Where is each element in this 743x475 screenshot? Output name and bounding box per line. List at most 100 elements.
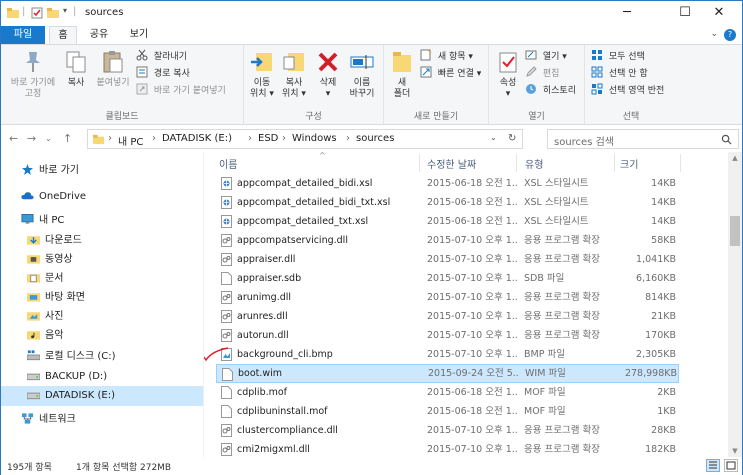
nav-item-local-disk-c[interactable]: 로컬 디스크 (C:) <box>1 347 203 367</box>
file-name: cdplibuninstall.mof <box>237 406 328 417</box>
tab-file[interactable]: 파일 <box>1 26 45 44</box>
nav-item-this-pc[interactable]: 내 PC <box>1 211 203 231</box>
file-type: 응용 프로그램 확장 <box>524 444 600 455</box>
column-header-date[interactable]: 수정한 날짜 <box>427 156 476 171</box>
paste-shortcut-button[interactable]: 바로 가기 붙여넣기 <box>136 83 226 97</box>
select-none-icon <box>591 66 603 78</box>
breadcrumb-esd[interactable]: ESD <box>258 133 278 144</box>
cut-button[interactable]: 잘라내기 <box>136 49 187 63</box>
nav-item-downloads[interactable]: 다운로드 <box>1 231 203 251</box>
select-all-button[interactable]: 모두 선택 <box>591 49 645 63</box>
scroll-down-icon[interactable]: ▼ <box>728 447 742 455</box>
nav-item-videos[interactable]: 동영상 <box>1 250 203 270</box>
address-dropdown-icon[interactable]: ⌄ <box>490 133 497 142</box>
address-bar[interactable]: › 내 PC › DATADISK (E:) › ESD › Windows ›… <box>87 129 523 149</box>
paste-shortcut-label: 바로 가기 붙여넣기 <box>153 86 226 96</box>
breadcrumb-this-pc[interactable]: 내 PC <box>118 133 143 148</box>
file-row[interactable]: boot.wim 2015-09-24 오전 5... WIM 파일 278,998K… <box>216 364 679 383</box>
file-row[interactable]: appraiser.dll 2015-07-10 오후 1... 응용 프로그램 확… <box>216 250 679 269</box>
properties-icon[interactable] <box>31 6 43 20</box>
breadcrumb-windows[interactable]: Windows <box>292 133 337 144</box>
nav-item-backup-d[interactable]: BACKUP (D:) <box>1 367 203 387</box>
file-row[interactable]: clustercompliance.dll 2015-07-10 오후 1... 응… <box>216 421 679 440</box>
nav-item-desktop[interactable]: 바탕 화면 <box>1 288 203 308</box>
easy-access-button[interactable]: 빠른 연결 ▾ <box>420 66 481 80</box>
nav-item-music[interactable]: 음악 <box>1 326 203 346</box>
tab-view[interactable]: 보기 <box>125 26 153 44</box>
file-name: autorun.dll <box>237 330 289 341</box>
new-item-button[interactable]: 새 항목 ▾ <box>420 49 473 63</box>
forward-icon[interactable]: → <box>27 132 36 145</box>
close-button[interactable]: ✕ <box>696 1 742 26</box>
open-button[interactable]: 열기 ▾ <box>525 49 567 63</box>
organize-group: 이동 위치 ▾ 복사 위치 ▾ 삭제 ▾ 이름 바꾸기 구성 <box>244 45 384 125</box>
file-row[interactable]: appcompat_detailed_txt.xsl 2015-06-18 오전 … <box>216 212 679 231</box>
copy-to-button[interactable]: 복사 위치 ▾ <box>278 49 310 100</box>
scroll-up-icon[interactable]: ▲ <box>728 154 742 162</box>
file-row[interactable]: cmi2migxml.dll 2015-07-10 오후 1... 응용 프로그램 … <box>216 440 679 457</box>
file-size: 2KB <box>657 387 676 398</box>
history-button[interactable]: 히스토리 <box>525 83 576 97</box>
nav-item-quick-access[interactable]: 바로 가기 <box>1 161 203 181</box>
quick-access-dropdown-icon[interactable]: ▾ <box>63 6 67 20</box>
delete-button[interactable]: 삭제 ▾ <box>312 49 344 100</box>
refresh-icon[interactable]: ↻ <box>508 133 516 144</box>
column-divider[interactable] <box>419 154 420 172</box>
column-header-name[interactable]: 이름 <box>219 156 237 171</box>
column-divider[interactable] <box>680 154 681 172</box>
column-header-type[interactable]: 유형 <box>525 156 543 171</box>
breadcrumb-sources[interactable]: sources <box>356 133 394 144</box>
file-row[interactable]: appraiser.sdb 2015-07-10 오후 1... SDB 파일 6,1… <box>216 269 679 288</box>
minimize-button[interactable]: ─ <box>604 1 650 26</box>
nav-item-network[interactable]: 네트워크 <box>1 410 203 430</box>
file-row[interactable]: autorun.dll 2015-07-10 오후 1... 응용 프로그램 확장 1… <box>216 326 679 345</box>
paste-button[interactable]: 붙여넣기 <box>93 49 133 89</box>
nav-item-documents[interactable]: 문서 <box>1 269 203 289</box>
column-divider[interactable] <box>614 154 615 172</box>
column-header-size[interactable]: 크기 <box>620 156 638 171</box>
invert-selection-button[interactable]: 선택 영역 반전 <box>591 83 664 97</box>
file-row[interactable]: cdplib.mof 2015-06-18 오전 1... MOF 파일 2KB <box>216 383 679 402</box>
file-row[interactable]: appcompat_detailed_bidi_txt.xsl 2015-06-1… <box>216 193 679 212</box>
properties-button[interactable]: 속성 ▾ <box>492 49 524 100</box>
copy-label: 복사 <box>67 78 85 88</box>
edit-button[interactable]: 편집 <box>525 66 559 80</box>
new-folder-icon[interactable] <box>47 6 59 20</box>
file-row[interactable]: background_cli.bmp 2015-07-10 오후 1... BMP … <box>216 345 679 364</box>
file-row[interactable]: appcompatservicing.dll 2015-07-10 오후 1...… <box>216 231 679 250</box>
nav-item-onedrive[interactable]: OneDrive <box>1 187 203 207</box>
folder-icon[interactable] <box>7 6 19 20</box>
nav-item-pictures[interactable]: 사진 <box>1 307 203 327</box>
breadcrumb-datadisk[interactable]: DATADISK (E:) <box>162 133 232 144</box>
up-icon[interactable]: ↑ <box>63 132 72 145</box>
file-date: 2015-06-18 오전 1... <box>427 197 517 208</box>
file-row[interactable]: arunres.dll 2015-07-10 오후 1... 응용 프로그램 확장 2… <box>216 307 679 326</box>
large-icons-view-button[interactable] <box>724 459 738 472</box>
move-to-button[interactable]: 이동 위치 ▾ <box>246 49 278 100</box>
copy-button[interactable]: 복사 <box>61 49 91 89</box>
organize-group-label: 구성 <box>305 112 322 122</box>
copy-path-button[interactable]: 경로 복사 <box>136 66 190 80</box>
tab-share[interactable]: 공유 <box>85 26 113 44</box>
new-folder-label-1: 새 <box>397 78 407 88</box>
column-divider[interactable] <box>516 154 517 172</box>
search-input[interactable]: sources 검색 <box>547 129 739 149</box>
details-view-button[interactable] <box>706 459 720 472</box>
new-folder-button[interactable]: 새 폴더 <box>387 49 417 100</box>
pin-quick-access-button[interactable]: 바로 가기에 고정 <box>5 49 61 100</box>
select-none-button[interactable]: 선택 안 함 <box>591 66 648 80</box>
back-icon[interactable]: ← <box>9 132 18 145</box>
file-row[interactable]: arunimg.dll 2015-07-10 오후 1... 응용 프로그램 확장 8… <box>216 288 679 307</box>
xsl-file-icon <box>221 215 232 228</box>
file-date: 2015-07-10 오후 1... <box>427 444 517 455</box>
nav-item-datadisk-e[interactable]: DATADISK (E:) <box>1 386 203 406</box>
file-row[interactable]: cdplibuninstall.mof 2015-06-18 오전 1... MOF… <box>216 402 679 421</box>
scroll-thumb[interactable] <box>730 216 740 246</box>
help-icon[interactable]: ? <box>724 29 736 41</box>
rename-button[interactable]: 이름 바꾸기 <box>346 49 378 100</box>
vertical-scrollbar[interactable]: ▲ ▼ <box>728 152 742 457</box>
file-row[interactable]: appcompat_detailed_bidi.xsl 2015-06-18 오전… <box>216 174 679 193</box>
tab-home[interactable]: 홈 <box>49 26 77 44</box>
chevron-down-icon[interactable]: ⌄ <box>710 29 718 39</box>
recent-locations-icon[interactable]: ⌄ <box>45 134 52 143</box>
